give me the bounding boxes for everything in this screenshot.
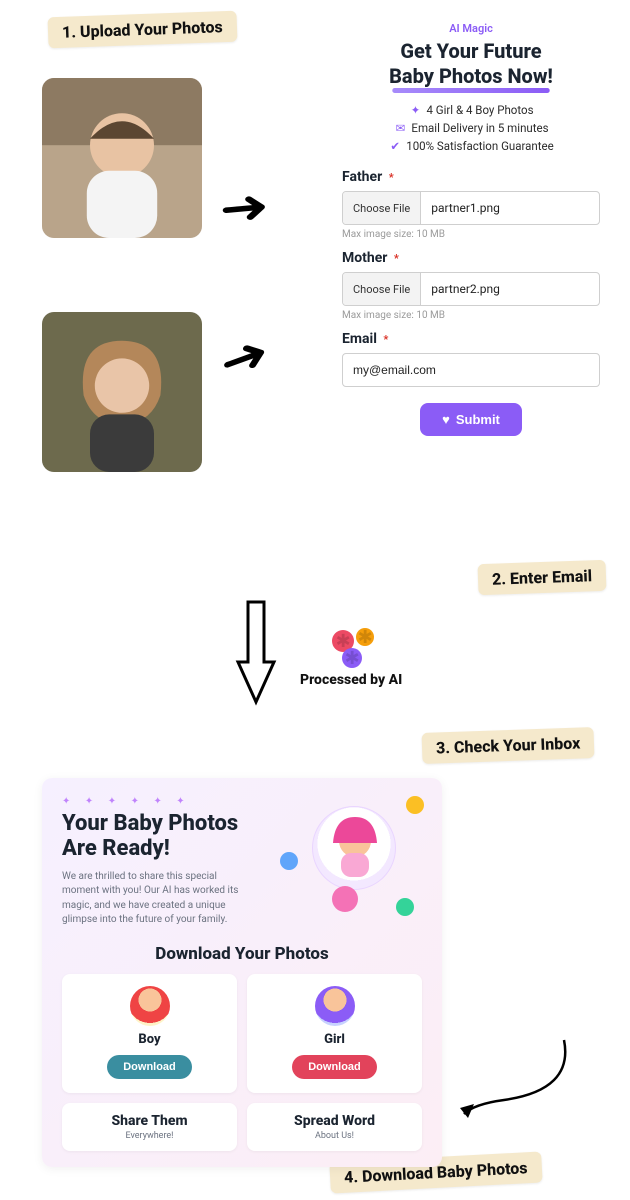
curvy-arrow-icon — [454, 1030, 574, 1120]
processed-label: Processed by AI — [300, 672, 402, 688]
father-file-name: partner1.png — [421, 192, 599, 224]
father-size-hint: Max image size: 10 MB — [342, 229, 600, 240]
step-3-label: 3. Check Your Inbox — [421, 727, 594, 764]
arrow-down-icon — [234, 598, 278, 708]
father-file-input[interactable]: Choose File partner1.png — [342, 191, 600, 225]
person-dot-icon — [396, 898, 414, 916]
spread-title: Spread Word — [255, 1113, 414, 1129]
sparkle-icon: ✦ — [408, 103, 422, 117]
person-dot-icon — [280, 852, 298, 870]
feature-item: ✔ 100% Satisfaction Guarantee — [342, 139, 600, 153]
choose-file-button[interactable]: Choose File — [343, 192, 421, 224]
download-card-girl: Girl Download — [247, 974, 422, 1093]
form-title-line2: Baby Photos Now! — [389, 64, 553, 89]
result-email-card: ✦ ✦ ✦ ✦ ✦ ✦ Your Baby Photos Are Ready! … — [42, 778, 442, 1167]
share-card[interactable]: Share Them Everywhere! — [62, 1103, 237, 1151]
processed-by-ai: Processed by AI — [300, 628, 402, 688]
person-dot-icon — [406, 796, 424, 814]
girl-avatar-icon — [315, 986, 355, 1026]
feature-item: ✦ 4 Girl & 4 Boy Photos — [342, 103, 600, 117]
spread-subtitle: About Us! — [255, 1131, 414, 1141]
ai-magic-label: AI Magic — [342, 22, 600, 35]
mail-icon: ✉ — [393, 121, 407, 135]
choose-file-button[interactable]: Choose File — [343, 273, 421, 305]
sample-photo-father — [42, 78, 202, 238]
email-input[interactable] — [342, 353, 600, 387]
submit-button[interactable]: ♥ Submit — [420, 403, 522, 436]
confetti-icon: ✦ ✦ ✦ ✦ ✦ ✦ — [62, 796, 422, 807]
sample-photo-mother — [42, 312, 202, 472]
label-text: Father — [342, 169, 382, 185]
family-illustration — [312, 806, 396, 890]
person-illustration — [42, 312, 202, 472]
person-dot-icon — [332, 886, 358, 912]
required-mark: * — [383, 333, 388, 346]
required-mark: * — [394, 252, 399, 265]
result-body-text: We are thrilled to share this special mo… — [62, 870, 252, 928]
gears-icon — [328, 628, 374, 668]
submit-label: Submit — [456, 412, 500, 427]
download-girl-button[interactable]: Download — [292, 1055, 377, 1079]
person-illustration — [42, 78, 202, 238]
label-text: Email — [342, 331, 377, 347]
share-title: Share Them — [70, 1113, 229, 1129]
mother-field-label: Mother * — [342, 250, 600, 266]
arrow-icon: ➜ — [211, 323, 277, 392]
spread-word-card[interactable]: Spread Word About Us! — [247, 1103, 422, 1151]
feature-list: ✦ 4 Girl & 4 Boy Photos ✉ Email Delivery i… — [342, 103, 600, 153]
step-1-label: 1. Upload Your Photos — [48, 11, 238, 49]
download-card-boy: Boy Download — [62, 974, 237, 1093]
mother-file-input[interactable]: Choose File partner2.png — [342, 272, 600, 306]
feature-text: 4 Girl & 4 Boy Photos — [426, 103, 533, 117]
upload-form-card: AI Magic Get Your Future Baby Photos Now… — [326, 8, 616, 458]
feature-text: 100% Satisfaction Guarantee — [406, 139, 554, 153]
form-title: Get Your Future Baby Photos Now! — [342, 39, 600, 89]
girl-label: Girl — [255, 1032, 414, 1047]
email-field-label: Email * — [342, 331, 600, 347]
mother-file-name: partner2.png — [421, 273, 599, 305]
share-subtitle: Everywhere! — [70, 1131, 229, 1141]
check-icon: ✔ — [388, 139, 402, 153]
download-heading: Download Your Photos — [62, 944, 422, 964]
boy-avatar-icon — [130, 986, 170, 1026]
download-boy-button[interactable]: Download — [107, 1055, 192, 1079]
label-text: Mother — [342, 250, 387, 266]
step-2-label: 2. Enter Email — [478, 560, 607, 595]
feature-text: Email Delivery in 5 minutes — [411, 121, 548, 135]
form-title-line1: Get Your Future — [400, 39, 541, 63]
mom-icon — [313, 807, 397, 891]
arrow-icon: ➜ — [217, 178, 272, 237]
mother-size-hint: Max image size: 10 MB — [342, 310, 600, 321]
required-mark: * — [389, 171, 394, 184]
feature-item: ✉ Email Delivery in 5 minutes — [342, 121, 600, 135]
boy-label: Boy — [70, 1032, 229, 1047]
heart-icon: ♥ — [442, 412, 450, 427]
result-heading: Your Baby Photos Are Ready! — [62, 811, 242, 862]
father-field-label: Father * — [342, 169, 600, 185]
